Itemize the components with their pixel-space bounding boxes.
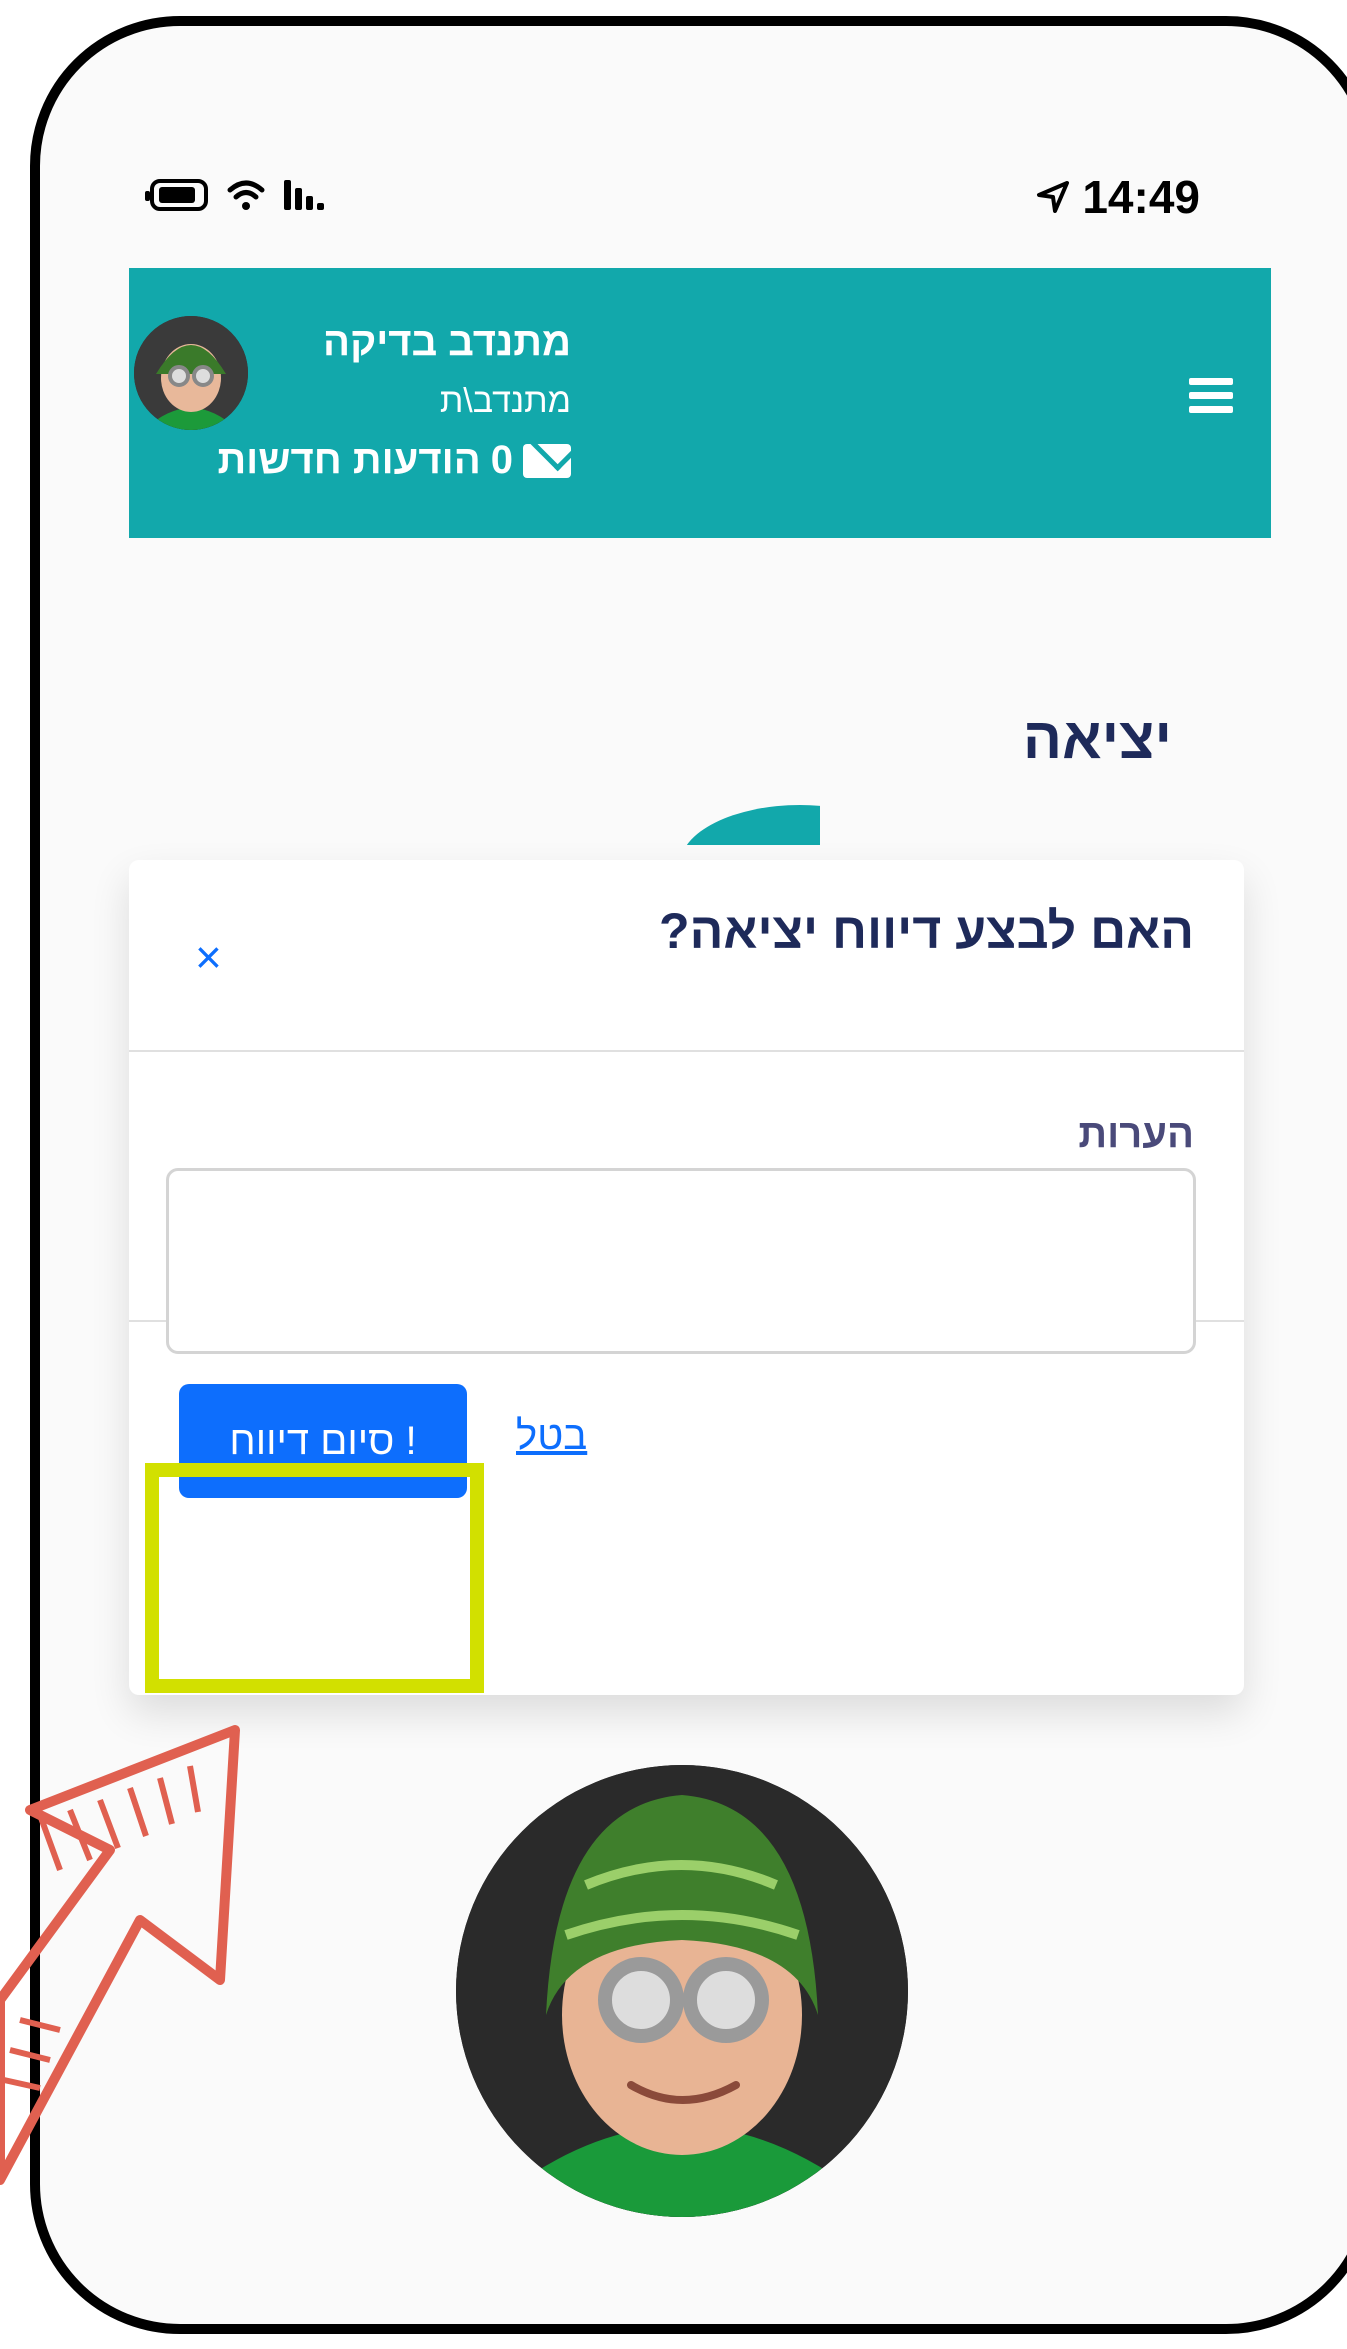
- comments-label: הערות: [1078, 1112, 1194, 1156]
- battery-icon: [145, 179, 208, 211]
- status-bar: 14:49: [128, 170, 1200, 230]
- messages-label: הודעות חדשות: [217, 438, 481, 482]
- user-role: מתנדב\ת: [439, 382, 571, 420]
- app-header: מתנדב בדיקה מתנדב\ת 0 הודעות חדשות: [129, 268, 1271, 538]
- messages-link[interactable]: 0 הודעות חדשות: [217, 438, 571, 483]
- messages-count: 0: [490, 438, 513, 482]
- cancel-link[interactable]: בטל: [516, 1414, 587, 1459]
- wifi-icon: [227, 180, 265, 210]
- status-time: 14:49: [1082, 171, 1200, 223]
- modal-title: האם לבצע דיווח יציאה?: [659, 903, 1194, 959]
- modal-header: האם לבצע דיווח יציאה? ×: [129, 860, 1244, 1052]
- pointer-arrow-icon: [0, 1725, 240, 2185]
- hamburger-menu-icon[interactable]: [1189, 378, 1233, 418]
- location-arrow-icon: [1037, 181, 1070, 213]
- page-title: יציאה: [1022, 706, 1172, 771]
- profile-photo: [456, 1765, 908, 2217]
- modal-body: הערות: [129, 1052, 1244, 1354]
- highlight-box: [145, 1463, 484, 1693]
- decorative-arc: [640, 805, 820, 845]
- user-name: מתנדב בדיקה: [323, 320, 571, 364]
- close-icon[interactable]: ×: [195, 930, 222, 984]
- envelope-icon: [523, 443, 571, 478]
- signal-icon: [284, 180, 324, 210]
